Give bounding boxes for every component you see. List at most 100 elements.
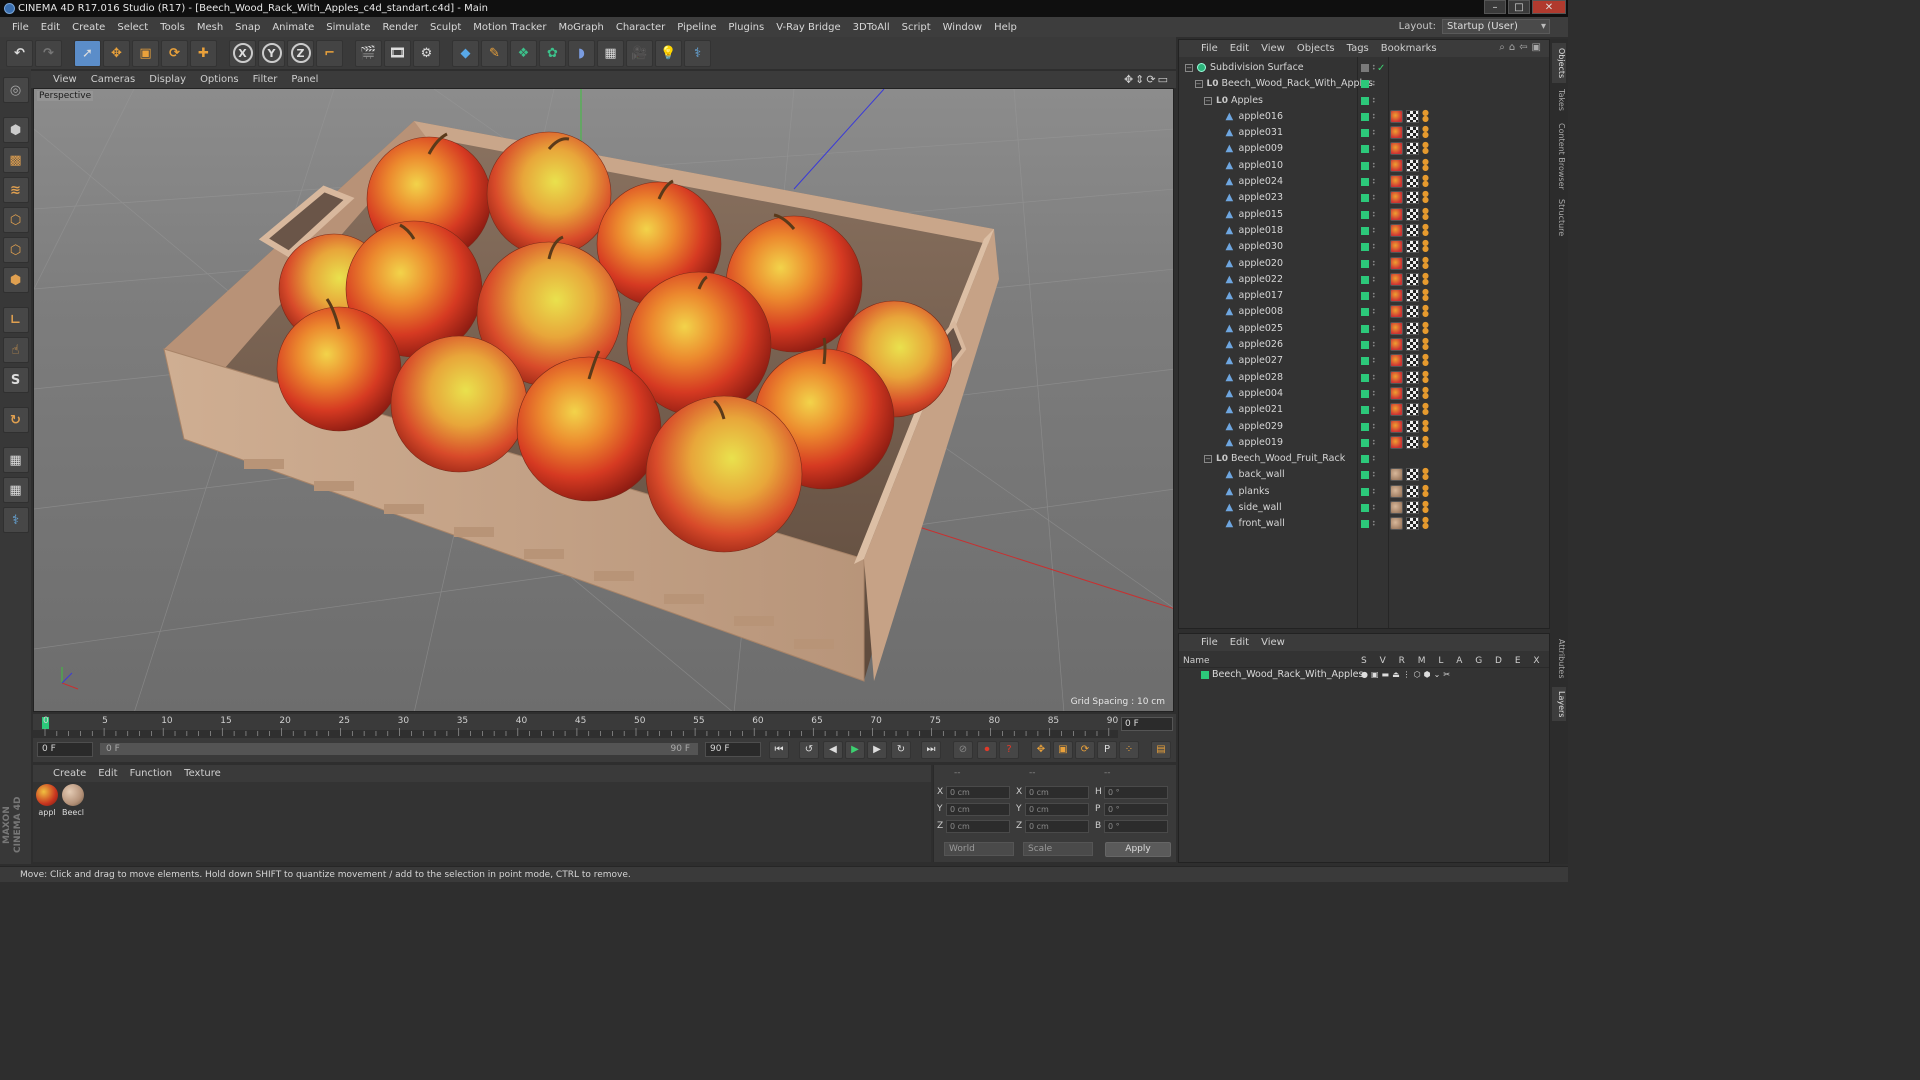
visibility-dots-icon[interactable]: • • bbox=[1372, 178, 1376, 187]
object-row[interactable]: ▲ apple030 • • ● ● bbox=[1179, 239, 1549, 255]
phong-tag-icon[interactable]: ● ● bbox=[1422, 141, 1432, 155]
menu-snap[interactable]: Snap bbox=[229, 22, 266, 33]
object-row[interactable]: ▲ apple008 • • ● ● bbox=[1179, 304, 1549, 320]
material-menu-function[interactable]: Function bbox=[130, 768, 173, 779]
layer-color-icon[interactable] bbox=[1361, 373, 1369, 382]
play-icon[interactable]: ▶ bbox=[845, 741, 865, 759]
coord-scale-dropdown[interactable]: Scale bbox=[1023, 842, 1093, 856]
layer-color-icon[interactable] bbox=[1361, 259, 1369, 268]
render-picture-viewer-icon[interactable]: 🎞 bbox=[384, 39, 411, 67]
close-button[interactable]: ✕ bbox=[1532, 0, 1566, 14]
coord-size-z-field[interactable]: 0 cm bbox=[1025, 820, 1089, 833]
layer-menu-view[interactable]: View bbox=[1261, 637, 1285, 648]
visibility-dots-icon[interactable]: • • bbox=[1372, 422, 1376, 431]
visibility-dots-icon[interactable]: • • bbox=[1372, 373, 1376, 382]
subdivision-surface-icon[interactable]: ❖ bbox=[510, 39, 537, 67]
material-tag-icon[interactable] bbox=[1390, 240, 1403, 254]
model-mode-icon[interactable]: ⬢ bbox=[2, 117, 29, 143]
visibility-dots-icon[interactable]: • • bbox=[1372, 145, 1376, 154]
magnet-tool-icon[interactable]: ↻ bbox=[2, 407, 29, 433]
object-row[interactable]: ▲ apple023 • • ● ● bbox=[1179, 190, 1549, 206]
move-tool-icon[interactable]: ✥ bbox=[103, 39, 130, 67]
uvw-tag-icon[interactable] bbox=[1406, 175, 1419, 189]
object-row[interactable]: ▲ apple010 • • ● ● bbox=[1179, 157, 1549, 174]
object-row[interactable]: ▲ apple019 • • ● ● bbox=[1179, 434, 1549, 451]
material-tag-icon[interactable] bbox=[1390, 338, 1403, 352]
menu-pipeline[interactable]: Pipeline bbox=[671, 22, 722, 33]
menu-tools[interactable]: Tools bbox=[154, 22, 191, 33]
object-row[interactable]: ▲ apple015 • • ● ● bbox=[1179, 206, 1549, 223]
uvw-tag-icon[interactable] bbox=[1406, 321, 1419, 335]
workplane-mode-icon[interactable]: ≋ bbox=[2, 177, 29, 203]
visibility-dots-icon[interactable]: • • bbox=[1372, 324, 1376, 333]
uvw-tag-icon[interactable] bbox=[1406, 403, 1419, 417]
object-row[interactable]: ▲ apple026 • • ● ● bbox=[1179, 337, 1549, 353]
viewport-menu-options[interactable]: Options bbox=[200, 74, 239, 85]
uvw-tag-icon[interactable] bbox=[1406, 338, 1419, 352]
layer-color-icon[interactable] bbox=[1361, 292, 1369, 301]
object-row[interactable]: ▲ apple029 • • ● ● bbox=[1179, 418, 1549, 435]
maximize-button[interactable]: □ bbox=[1508, 0, 1530, 14]
phong-tag-icon[interactable]: ● ● bbox=[1422, 402, 1432, 416]
phong-tag-icon[interactable]: ● ● bbox=[1422, 418, 1432, 433]
loop-icon[interactable]: ↺ bbox=[799, 741, 819, 759]
uvw-tag-icon[interactable] bbox=[1406, 223, 1419, 237]
visibility-dots-icon[interactable]: • • bbox=[1372, 112, 1376, 121]
material-tag-icon[interactable] bbox=[1390, 142, 1403, 156]
layer-color-icon[interactable] bbox=[1361, 520, 1369, 529]
uvw-tag-icon[interactable] bbox=[1406, 484, 1419, 498]
layer-color-icon[interactable] bbox=[1361, 341, 1369, 350]
material-tag-icon[interactable] bbox=[1390, 305, 1403, 319]
phong-tag-icon[interactable]: ● ● bbox=[1422, 369, 1432, 384]
visibility-dots-icon[interactable]: • • bbox=[1372, 275, 1376, 284]
key-param-icon[interactable]: P bbox=[1097, 741, 1117, 759]
visibility-dots-icon[interactable]: • • bbox=[1372, 504, 1376, 513]
live-selection-tool-icon[interactable]: ➚ bbox=[74, 39, 101, 67]
viewport-nav-icons[interactable]: ✥⇕⟳▭ bbox=[1124, 73, 1170, 86]
phong-tag-icon[interactable]: ● ● bbox=[1422, 206, 1432, 221]
material-tag-icon[interactable] bbox=[1390, 354, 1403, 368]
viewport-menu-filter[interactable]: Filter bbox=[253, 74, 278, 85]
coord-rot-b-field[interactable]: 0 ° bbox=[1104, 820, 1168, 833]
phong-tag-icon[interactable]: ● ● bbox=[1422, 320, 1432, 335]
render-settings-icon[interactable]: ⚙ bbox=[413, 39, 440, 67]
phong-tag-icon[interactable]: ● ● bbox=[1422, 353, 1432, 367]
rotate-tool-icon[interactable]: ⟳ bbox=[161, 39, 188, 67]
uvw-tag-icon[interactable] bbox=[1406, 501, 1419, 515]
visibility-dots-icon[interactable]: • • bbox=[1372, 438, 1376, 447]
visibility-dots-icon[interactable]: • • bbox=[1372, 80, 1376, 89]
material-tag-icon[interactable] bbox=[1390, 175, 1403, 189]
menu-create[interactable]: Create bbox=[66, 22, 111, 33]
array-generator-icon[interactable]: ✿ bbox=[539, 39, 566, 67]
phong-tag-icon[interactable]: ● ● bbox=[1422, 304, 1432, 318]
tree-collapse-icon[interactable]: − bbox=[1204, 96, 1212, 105]
material-tag-icon[interactable] bbox=[1390, 256, 1403, 270]
layer-color-icon[interactable] bbox=[1361, 438, 1369, 447]
obj-menu-edit[interactable]: Edit bbox=[1230, 43, 1249, 54]
material-tag-icon[interactable] bbox=[1390, 386, 1403, 400]
apply-button[interactable]: Apply bbox=[1105, 842, 1171, 857]
enabled-check-icon[interactable]: ✓ bbox=[1377, 61, 1385, 77]
object-row[interactable]: ▲ planks • • ● ● bbox=[1179, 483, 1549, 500]
layer-row[interactable]: Beech_Wood_Rack_With_Apples ●▣▬⏏⋮⬡⬢⌄✂ bbox=[1179, 668, 1549, 682]
python-icon[interactable]: ⚕ bbox=[2, 507, 29, 533]
material-tag-icon[interactable] bbox=[1390, 126, 1403, 140]
layer-color-icon[interactable] bbox=[1361, 455, 1369, 464]
make-editable-icon[interactable]: ◎ bbox=[2, 77, 29, 103]
points-mode-icon[interactable]: ⬡ bbox=[2, 207, 29, 233]
phong-tag-icon[interactable]: ● ● bbox=[1422, 239, 1432, 253]
edges-mode-icon[interactable]: ⬡ bbox=[2, 237, 29, 263]
visibility-dots-icon[interactable]: • • bbox=[1372, 292, 1376, 301]
phong-tag-icon[interactable]: ● ● bbox=[1422, 271, 1432, 286]
layer-color-icon[interactable] bbox=[1361, 389, 1369, 398]
visibility-dots-icon[interactable]: • • bbox=[1372, 161, 1376, 170]
uvw-tag-icon[interactable] bbox=[1406, 158, 1419, 172]
object-row[interactable]: ▲ apple020 • • ● ● bbox=[1179, 255, 1549, 272]
spline-pen-icon[interactable]: ✎ bbox=[481, 39, 508, 67]
object-row[interactable]: ▲ apple018 • • ● ● bbox=[1179, 222, 1549, 239]
tree-collapse-icon[interactable]: − bbox=[1204, 455, 1212, 464]
object-row[interactable]: ▲ apple028 • • ● ● bbox=[1179, 369, 1549, 386]
light-icon[interactable]: 💡 bbox=[655, 39, 682, 67]
workplane-lock-icon[interactable]: ▦ bbox=[2, 447, 29, 473]
menu-plugins[interactable]: Plugins bbox=[722, 22, 770, 33]
